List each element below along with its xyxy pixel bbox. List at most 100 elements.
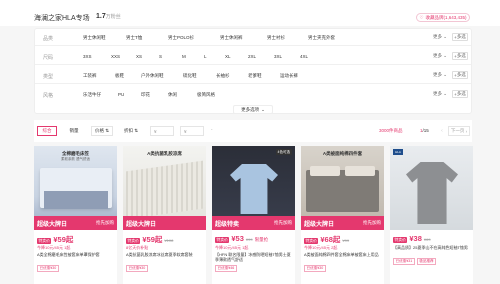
filter-option[interactable]: 4XL <box>300 54 308 59</box>
product-title[interactable]: A类被面纯棉四件套全棉床单被套床上用品 <box>304 252 381 263</box>
price-badge: 特卖价 <box>126 238 141 244</box>
filter-option[interactable]: 3XL <box>274 54 282 59</box>
filter-option[interactable]: PU <box>118 92 124 97</box>
filter-option[interactable]: 长袖衫 <box>216 73 230 79</box>
product-card[interactable]: A类抗菌乳胶凉席 超级大牌日 特卖价 ¥59起 ¥108 8亿天价补贴 A类抗菌… <box>123 146 206 284</box>
sort-price[interactable]: 价格 ⇅ <box>91 126 113 136</box>
product-tag: 已优惠¥30 <box>304 265 326 272</box>
price-dash: - <box>211 127 213 132</box>
filter-option[interactable]: 印花 <box>141 92 150 98</box>
product-image[interactable]: 4色可选 超级特卖 抢先加购 <box>212 146 295 230</box>
price-line: 特卖价 ¥59起 ¥108 <box>126 234 173 245</box>
filter-option[interactable]: XL <box>225 54 231 59</box>
filter-label: 类型 <box>43 74 54 80</box>
original-price: ¥99 <box>342 238 350 243</box>
tshirt-illustration <box>406 162 458 224</box>
filter-option[interactable]: 老爹鞋 <box>248 73 262 79</box>
filter-multi-button[interactable]: + 多选 <box>452 90 468 98</box>
product-tag: 已优惠¥31 <box>393 258 415 265</box>
price: ¥59起 <box>53 235 74 244</box>
filter-option[interactable]: 极简风格 <box>197 92 215 98</box>
image-title: A类抗菌乳胶凉席 <box>147 151 182 156</box>
product-title[interactable]: 【HFN 联名限量】冰感防晒短袖T恤男士夏季薄款透气舒适 <box>215 252 292 263</box>
filter-multi-button[interactable]: + 多选 <box>452 52 468 60</box>
filter-option[interactable]: 男士衬衫 <box>267 35 285 41</box>
product-card[interactable]: A类被面纯棉四件套 超级大牌日 抢先加购 特卖价 ¥68起 ¥99 今降10元/… <box>301 146 384 284</box>
product-card[interactable]: 全棉磨毛床笠 柔软亲肤 透气舒适 超级大牌日 抢先加购 特卖价 ¥59起 今降1… <box>34 146 117 284</box>
bedding-illustration <box>306 170 379 212</box>
filter-more-button[interactable]: 更多 ⌄ <box>433 91 447 97</box>
favorite-brand-button[interactable]: ♡ 收藏品牌(1,643,435) <box>416 13 470 22</box>
filter-option[interactable]: 板鞋 <box>115 73 124 79</box>
fans-number: 1.7 <box>96 13 106 20</box>
fans-unit: 万粉丝 <box>105 14 121 20</box>
price: ¥53 <box>231 234 244 243</box>
filter-option[interactable]: 乐活牛仔 <box>83 92 101 98</box>
original-price: ¥69 <box>423 237 431 242</box>
price-min-input[interactable]: ¥ <box>150 126 174 136</box>
price: ¥59起 <box>142 235 163 244</box>
sort-comprehensive[interactable]: 综合 <box>37 126 57 136</box>
more-options-button[interactable]: 更多选项 ⌄ <box>233 105 273 114</box>
product-image[interactable]: A类抗菌乳胶凉席 超级大牌日 <box>123 146 206 230</box>
price-sub: 今降10元/45元 1起 <box>215 245 249 250</box>
promo-banner: 超级特卖 抢先加购 <box>212 216 295 230</box>
product-card[interactable]: 4色可选 超级特卖 抢先加购 特卖价 ¥53 ¥99 限量抢 今降10元/45元… <box>212 146 295 284</box>
pillow-illustration <box>345 166 375 176</box>
filter-option[interactable]: 工装裤 <box>83 73 97 79</box>
filter-option[interactable]: XXS <box>111 54 120 59</box>
filter-option[interactable]: XS <box>136 54 142 59</box>
sort-discount[interactable]: 折扣 ⇅ <box>120 126 142 136</box>
next-page-button[interactable]: 下一页 › <box>448 126 470 136</box>
price-badge: 特卖价 <box>37 238 52 244</box>
product-tag: 已优惠¥30 <box>126 265 148 272</box>
product-tag: 极品推荐 <box>416 258 437 265</box>
filter-option[interactable]: 休闲 <box>168 92 177 98</box>
product-title[interactable]: A类抗菌乳胶凉席冰丝席夏季软席套装 <box>126 252 203 263</box>
filter-option[interactable]: 运动长裤 <box>280 73 298 79</box>
promo-banner: 超级大牌日 抢先加购 <box>34 216 117 230</box>
prev-page-icon[interactable]: ‹ <box>439 126 445 136</box>
mat-illustration <box>126 160 203 220</box>
page-indicator: 1/15 <box>420 128 429 133</box>
price: ¥68起 <box>320 235 341 244</box>
price-line: 特卖价 ¥68起 ¥99 <box>304 234 349 245</box>
filter-more-button[interactable]: 更多 ⌄ <box>433 34 447 40</box>
product-image[interactable]: HLA <box>390 146 473 230</box>
product-title[interactable]: A类全棉磨毛床笠被套床单罩保护套 <box>37 252 114 263</box>
product-image[interactable]: 全棉磨毛床笠 柔软亲肤 透气舒适 超级大牌日 抢先加购 <box>34 146 117 230</box>
product-tag: 已优惠¥30 <box>37 265 59 272</box>
sort-sales[interactable]: 销量 <box>64 126 84 136</box>
filter-option[interactable]: L <box>204 54 207 59</box>
filter-option[interactable]: S <box>159 54 162 59</box>
filter-option[interactable]: 2XL <box>248 54 256 59</box>
price-sub: 今降10元/45元 1起 <box>37 245 71 250</box>
color-count-tag: 4色可选 <box>275 149 292 155</box>
filter-option[interactable]: 男士休闲鞋 <box>83 35 106 41</box>
filter-multi-button[interactable]: + 多选 <box>452 33 468 41</box>
brand-logo: HLA <box>393 149 403 155</box>
price-sub: 8亿天价补贴 <box>126 245 149 250</box>
filter-option[interactable]: 男士POLO衫 <box>168 35 194 41</box>
filter-row-style: 风格 乐活牛仔 PU 印花 休闲 极简风格 更多 ⌄ + 多选 <box>35 86 471 103</box>
result-count: 3000件商品 <box>379 128 403 133</box>
promo-banner: 超级大牌日 抢先加购 <box>301 216 384 230</box>
filter-more-button[interactable]: 更多 ⌄ <box>433 53 447 59</box>
product-image[interactable]: A类被面纯棉四件套 超级大牌日 抢先加购 <box>301 146 384 230</box>
price-sub: 今降10元/45元 2起 <box>304 245 338 250</box>
filter-option[interactable]: M <box>182 54 186 59</box>
price-max-input[interactable]: ¥ <box>180 126 204 136</box>
filter-more-button[interactable]: 更多 ⌄ <box>433 72 447 78</box>
filter-option[interactable]: 3XS <box>83 54 92 59</box>
pillow-illustration <box>310 166 340 176</box>
filter-option[interactable]: 男士夹克外套 <box>308 35 335 41</box>
filter-multi-button[interactable]: + 多选 <box>452 71 468 79</box>
product-card[interactable]: HLA 特卖价 ¥38 ¥69 【高品质】25夏季山不在高纯色短袖T恤男 已优惠… <box>390 146 473 284</box>
filter-option[interactable]: 男士休闲裤 <box>220 35 243 41</box>
filter-option[interactable]: 户外休闲鞋 <box>141 73 164 79</box>
product-title[interactable]: 【高品质】25夏季山不在高纯色短袖T恤男 <box>393 245 470 256</box>
price-badge: 特卖价 <box>393 237 408 243</box>
price: ¥38 <box>409 234 422 243</box>
filter-option[interactable]: 男士T恤 <box>126 35 142 41</box>
filter-option[interactable]: 硫化鞋 <box>183 73 197 79</box>
